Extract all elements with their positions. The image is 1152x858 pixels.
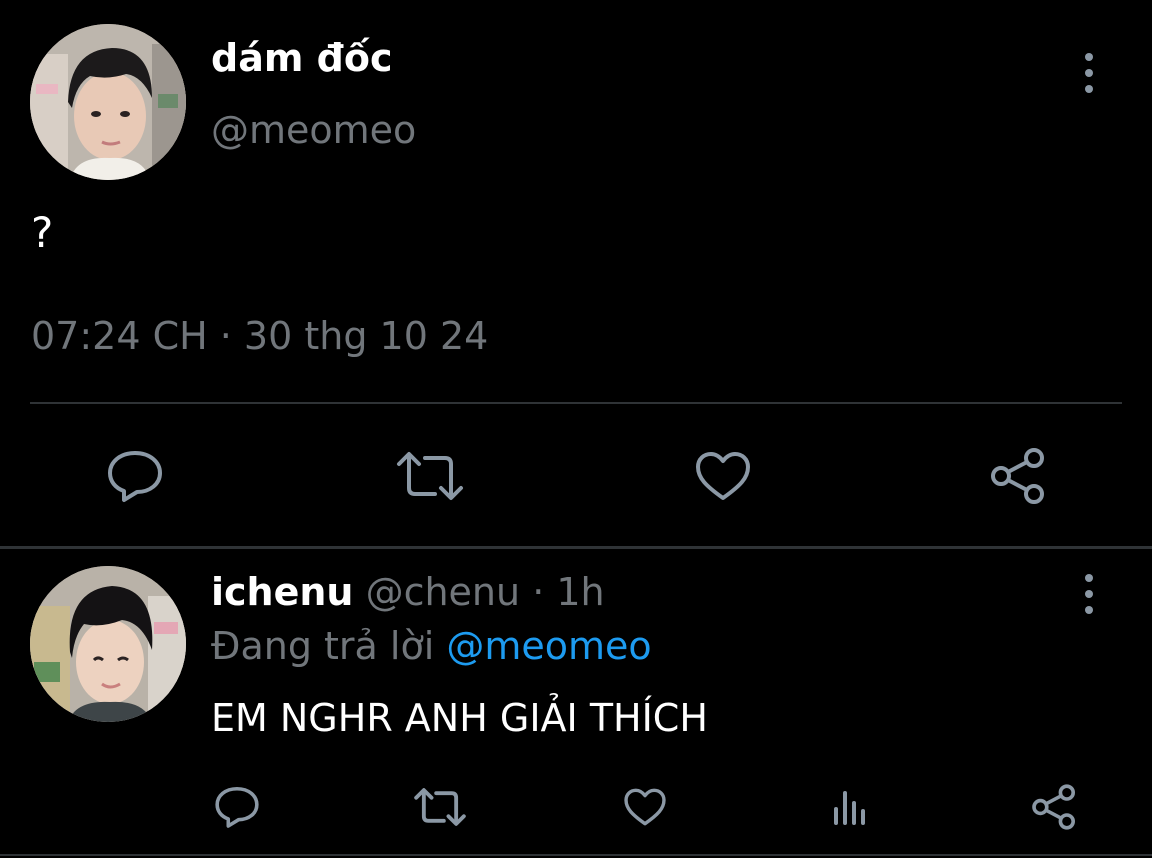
- reply-handle-space: [353, 570, 365, 614]
- reply-icon: [215, 786, 259, 828]
- section-divider: [0, 546, 1152, 549]
- like-icon: [624, 788, 666, 826]
- main-tweet[interactable]: dám đốc @meomeo ? 07:24 CH · 30 thg 10 2…: [0, 0, 1152, 548]
- share-icon: [991, 448, 1044, 504]
- share-icon: [1032, 784, 1075, 830]
- like-icon: [696, 452, 750, 500]
- reply-handle[interactable]: @chenu: [366, 570, 521, 614]
- divider: [30, 402, 1122, 404]
- display-name[interactable]: dám đốc: [211, 36, 393, 80]
- reply-icon: [108, 451, 162, 502]
- share-button[interactable]: [986, 444, 1050, 508]
- tweet-text: ?: [31, 208, 54, 257]
- like-button[interactable]: [620, 780, 670, 834]
- reply-display-name[interactable]: ichenu: [211, 570, 353, 614]
- dot: [1085, 574, 1093, 582]
- like-button[interactable]: [690, 446, 756, 506]
- tweet-timestamp[interactable]: 07:24 CH · 30 thg 10 24: [31, 314, 488, 358]
- share-button[interactable]: [1028, 780, 1080, 834]
- avatar-image: [30, 24, 186, 180]
- avatar-image: [30, 566, 186, 722]
- mention-link[interactable]: @meomeo: [446, 624, 651, 668]
- retweet-button[interactable]: [392, 446, 468, 506]
- retweet-icon: [414, 788, 466, 826]
- meta-separator: ·: [520, 570, 557, 614]
- tweet-thread: dám đốc @meomeo ? 07:24 CH · 30 thg 10 2…: [0, 0, 1152, 858]
- reply-button[interactable]: [210, 780, 264, 834]
- reply-avatar[interactable]: [30, 566, 186, 722]
- reply-button[interactable]: [100, 446, 170, 506]
- more-icon[interactable]: [1077, 574, 1101, 614]
- avatar[interactable]: [30, 24, 186, 180]
- retweet-button[interactable]: [410, 780, 470, 834]
- dot: [1085, 606, 1093, 614]
- replying-prefix: Đang trả lời: [211, 624, 447, 668]
- views-icon: [834, 791, 865, 825]
- reply-header: ichenu @chenu · 1h: [211, 570, 605, 614]
- dot: [1085, 69, 1093, 77]
- dot: [1085, 53, 1093, 61]
- more-icon[interactable]: [1077, 53, 1101, 93]
- user-handle[interactable]: @meomeo: [211, 108, 416, 152]
- dot: [1085, 85, 1093, 93]
- retweet-icon: [397, 452, 463, 500]
- reply-time[interactable]: 1h: [556, 570, 604, 614]
- dot: [1085, 590, 1093, 598]
- bottom-divider: [0, 854, 1152, 856]
- reply-text: EM NGHR ANH GIẢI THÍCH: [211, 696, 708, 740]
- replying-to: Đang trả lời @meomeo: [211, 624, 652, 668]
- views-button[interactable]: [826, 780, 874, 834]
